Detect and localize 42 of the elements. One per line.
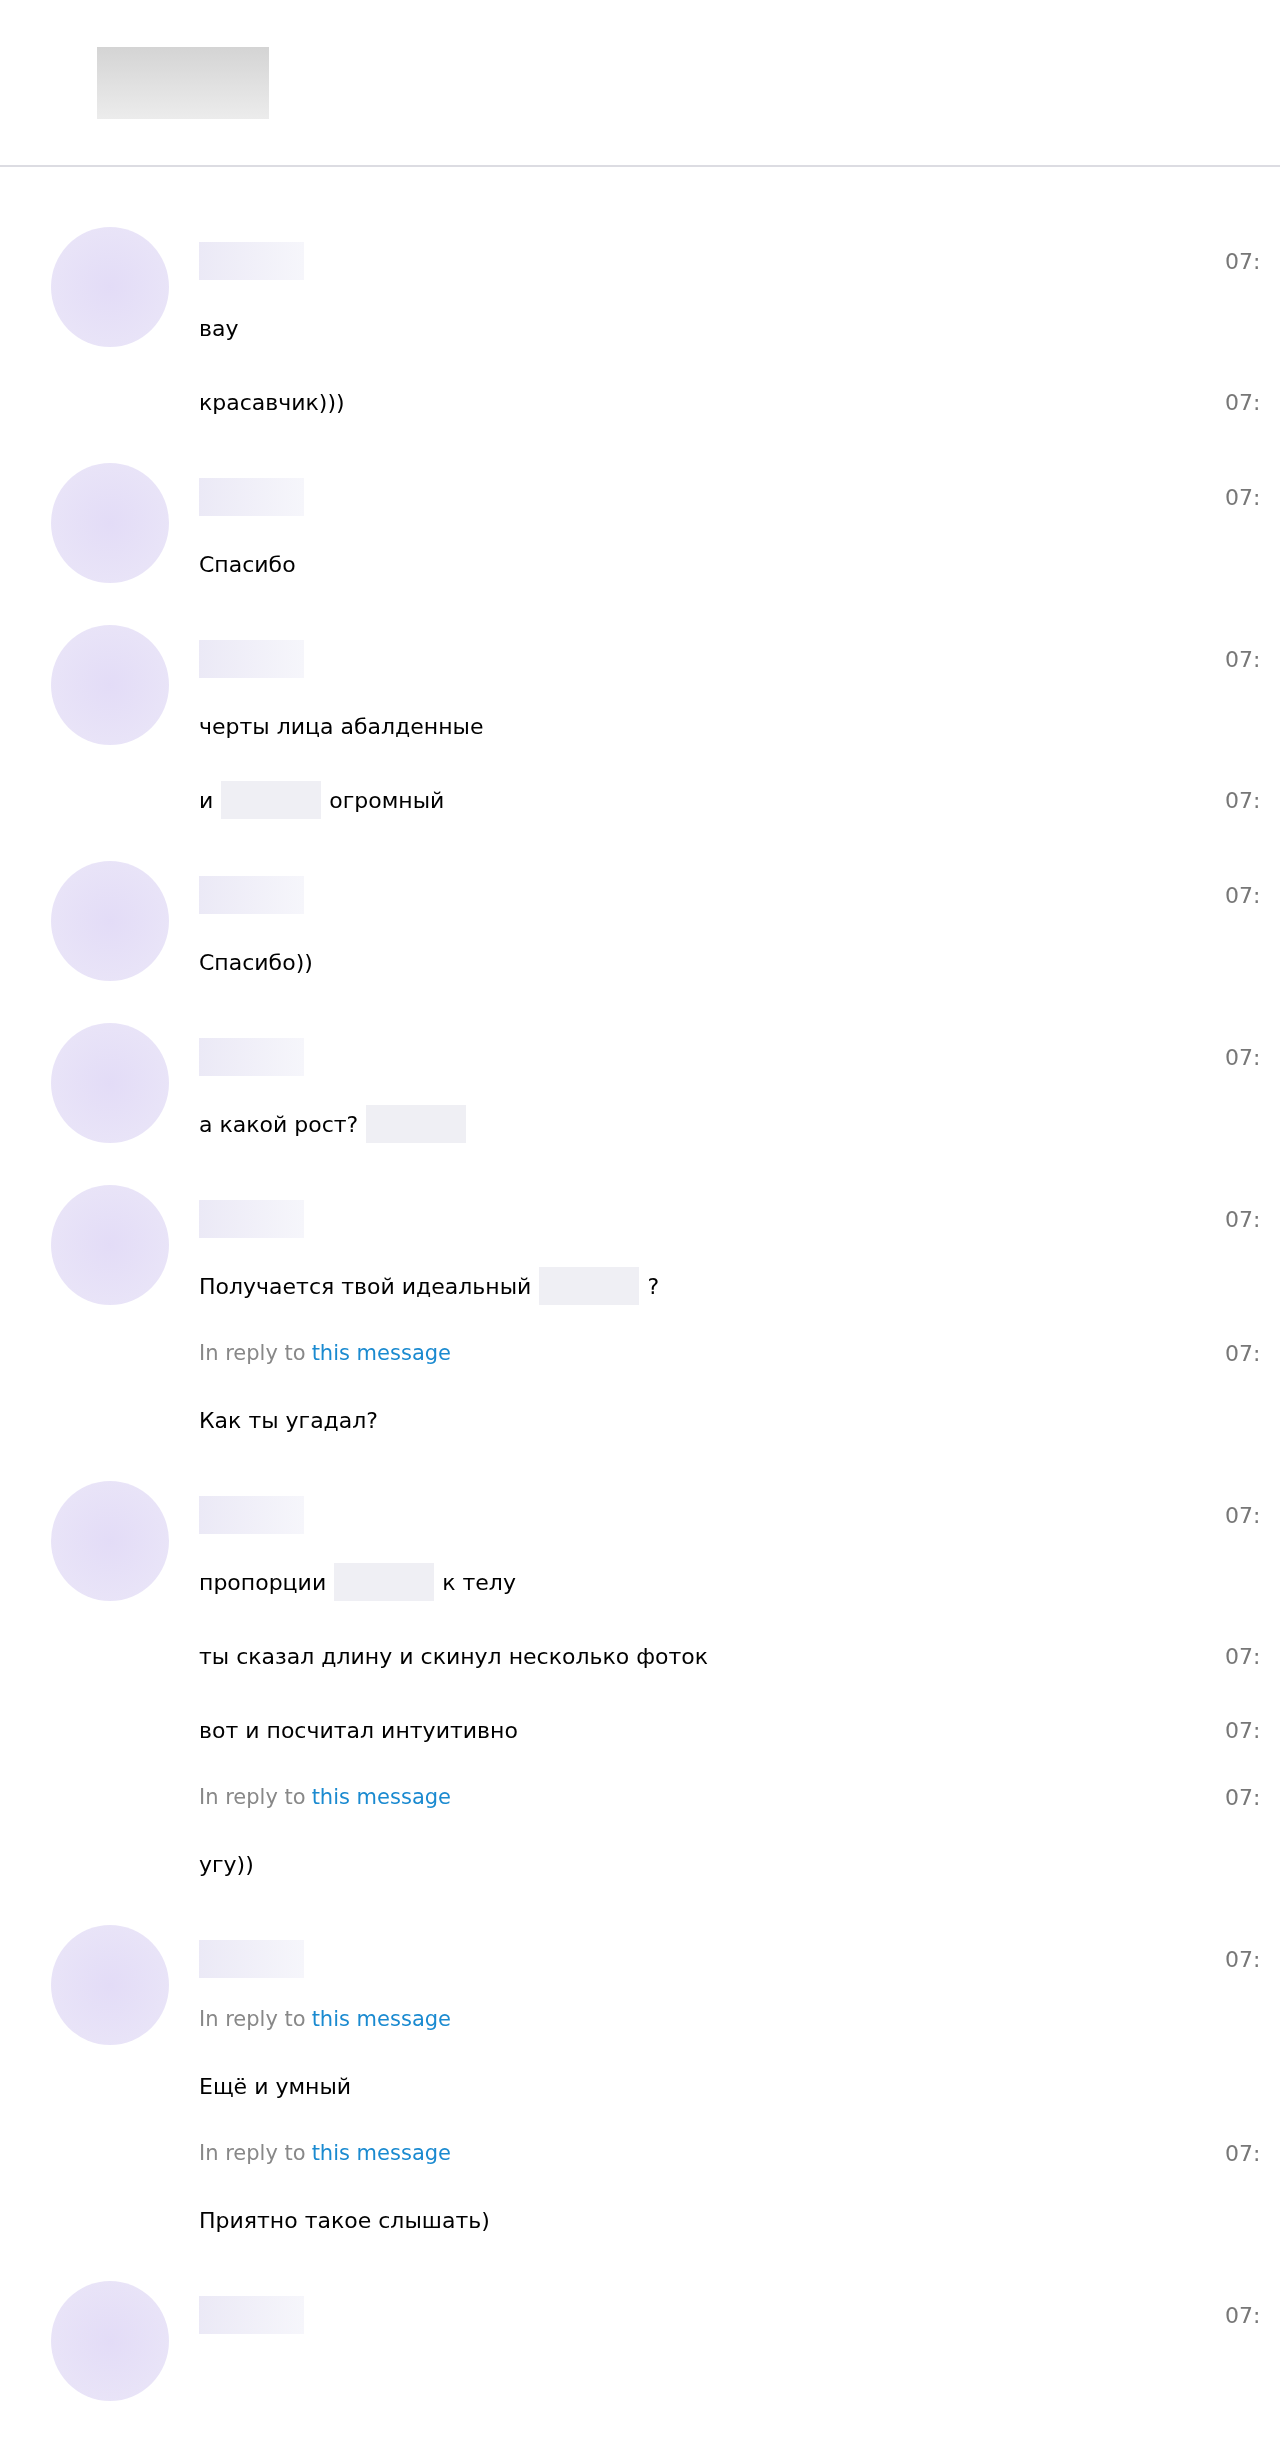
message-time: 07: xyxy=(1225,2302,1262,2328)
message-time: 07: xyxy=(1225,1643,1262,1669)
message-text: вау xyxy=(199,315,239,341)
reply-link[interactable]: this message xyxy=(311,2141,451,2165)
message-text: Спасибо xyxy=(199,551,296,577)
reply-link[interactable]: this message xyxy=(311,2007,451,2031)
message-text: пропорции xyxy=(199,1569,327,1595)
message-text: Ещё и умный xyxy=(199,2073,352,2099)
message-text: угу)) xyxy=(199,1851,254,1877)
message-time: 07: xyxy=(1225,1717,1262,1743)
message-time: 07: xyxy=(1225,2140,1262,2166)
message-time: 07: xyxy=(1225,882,1262,908)
message-time: 07: xyxy=(1225,1784,1262,1810)
message-text: черты лица абалденные xyxy=(199,713,484,739)
message-text: Получается твой идеальный xyxy=(199,1273,532,1299)
message-text: красавчик))) xyxy=(199,389,345,415)
message-text: к телу xyxy=(442,1569,516,1595)
message-time: 07: xyxy=(1225,484,1262,510)
message-time: 07: xyxy=(1225,646,1262,672)
reply-label: In reply to xyxy=(199,2007,306,2031)
message-text: ? xyxy=(647,1273,660,1299)
reply-label: In reply to xyxy=(199,1785,306,1809)
reply-link[interactable]: this message xyxy=(311,1341,451,1365)
message-time: 07: xyxy=(1225,1206,1262,1232)
message-time: 07: xyxy=(1225,1946,1262,1972)
message-time: 07: xyxy=(1225,1044,1262,1070)
message-text: Как ты угадал? xyxy=(199,1407,379,1433)
message-time: 07: xyxy=(1225,787,1262,813)
message-text: огромный xyxy=(329,787,445,813)
message-text: Приятно такое слышать) xyxy=(199,2207,490,2233)
reply-label: In reply to xyxy=(199,2141,306,2165)
message-text: а какой рост? xyxy=(199,1111,359,1137)
message-text: ты сказал длину и скинул несколько фоток xyxy=(199,1643,709,1669)
message-time: 07: xyxy=(1225,389,1262,415)
reply-link[interactable]: this message xyxy=(311,1785,451,1809)
message-text: Спасибо)) xyxy=(199,949,313,975)
message-time: 07: xyxy=(1225,248,1262,274)
message-text: вот и посчитал интуитивно xyxy=(199,1717,518,1743)
message-time: 07: xyxy=(1225,1340,1262,1366)
message-text: и xyxy=(199,787,214,813)
reply-label: In reply to xyxy=(199,1341,306,1365)
message-time: 07: xyxy=(1225,1502,1262,1528)
